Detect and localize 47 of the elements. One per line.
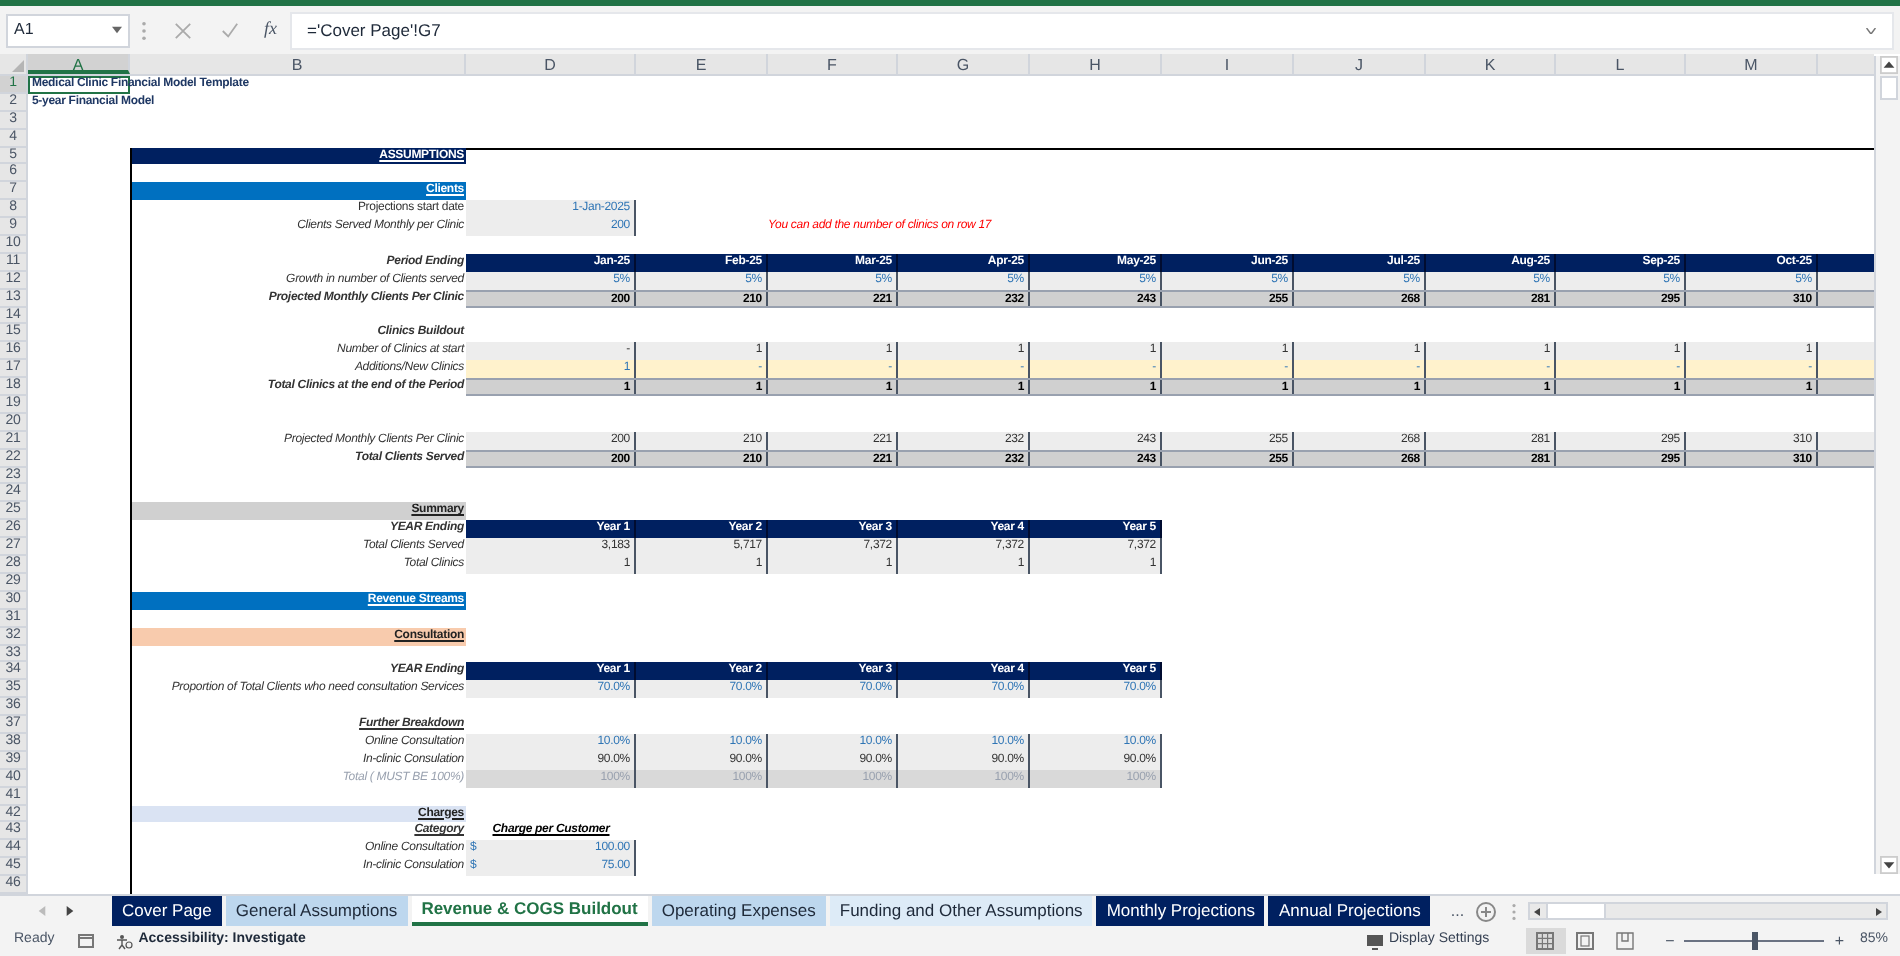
name-box[interactable]: A1 [6, 13, 130, 47]
zoom-out-button[interactable]: − [1665, 929, 1675, 953]
scroll-right-icon[interactable] [1870, 903, 1886, 919]
column-header[interactable]: B [130, 54, 466, 74]
horizontal-scrollbar[interactable] [1528, 902, 1888, 920]
grip-icon [1512, 903, 1517, 919]
column-header[interactable]: F [768, 54, 898, 74]
formula-field[interactable]: ='Cover Page'!G7 [289, 11, 1894, 49]
insert-function-button[interactable]: fx [264, 16, 277, 44]
check-icon[interactable] [220, 21, 240, 39]
page-layout-icon [1576, 932, 1595, 950]
add-sheet-icon[interactable] [1476, 901, 1497, 921]
column-header[interactable]: I [1162, 54, 1294, 74]
sheet-tab[interactable]: Operating Expenses [651, 896, 826, 926]
macro-record-icon[interactable] [78, 934, 95, 948]
more-sheets-button[interactable]: ... [1450, 896, 1465, 926]
column-header[interactable]: D [466, 54, 636, 74]
zoom-slider-thumb[interactable] [1751, 932, 1758, 950]
scroll-right-icon[interactable] [66, 906, 74, 916]
scroll-down-icon[interactable] [1879, 856, 1897, 874]
column-header[interactable]: J [1294, 54, 1426, 74]
column-header[interactable]: E [636, 54, 768, 74]
column-header[interactable]: H [1030, 54, 1162, 74]
vertical-scrollbar[interactable] [1874, 56, 1900, 874]
column-header[interactable]: L [1556, 54, 1686, 74]
cancel-icon[interactable] [174, 21, 192, 39]
sheet-tab[interactable]: Annual Projections [1268, 896, 1431, 926]
column-header[interactable]: M [1686, 54, 1818, 74]
page-break-icon [1616, 932, 1635, 950]
sheet-tab[interactable]: Monthly Projections [1096, 896, 1265, 926]
scroll-up-icon[interactable] [1879, 56, 1897, 74]
grid-view-icon [1536, 932, 1555, 950]
expand-icon[interactable] [1866, 27, 1876, 33]
zoom-in-button[interactable]: + [1834, 929, 1844, 953]
caret-icon [112, 26, 122, 34]
view-button[interactable] [1525, 928, 1566, 954]
column-header[interactable]: A [28, 54, 130, 74]
column-header[interactable]: G [898, 54, 1030, 74]
sheet-tab[interactable]: Revenue & COGS Buildout [411, 896, 648, 926]
sheet-tab[interactable]: Cover Page [112, 896, 222, 926]
scroll-thumb[interactable] [1546, 904, 1607, 918]
sheet-tab[interactable]: Funding and Other Assumptions [829, 896, 1093, 926]
scroll-thumb[interactable] [1879, 76, 1897, 100]
accessibility-icon[interactable] [116, 933, 135, 949]
sheet-tab[interactable]: General Assumptions [225, 896, 408, 926]
column-header[interactable]: K [1426, 54, 1556, 74]
monitor-icon[interactable] [1366, 933, 1385, 949]
